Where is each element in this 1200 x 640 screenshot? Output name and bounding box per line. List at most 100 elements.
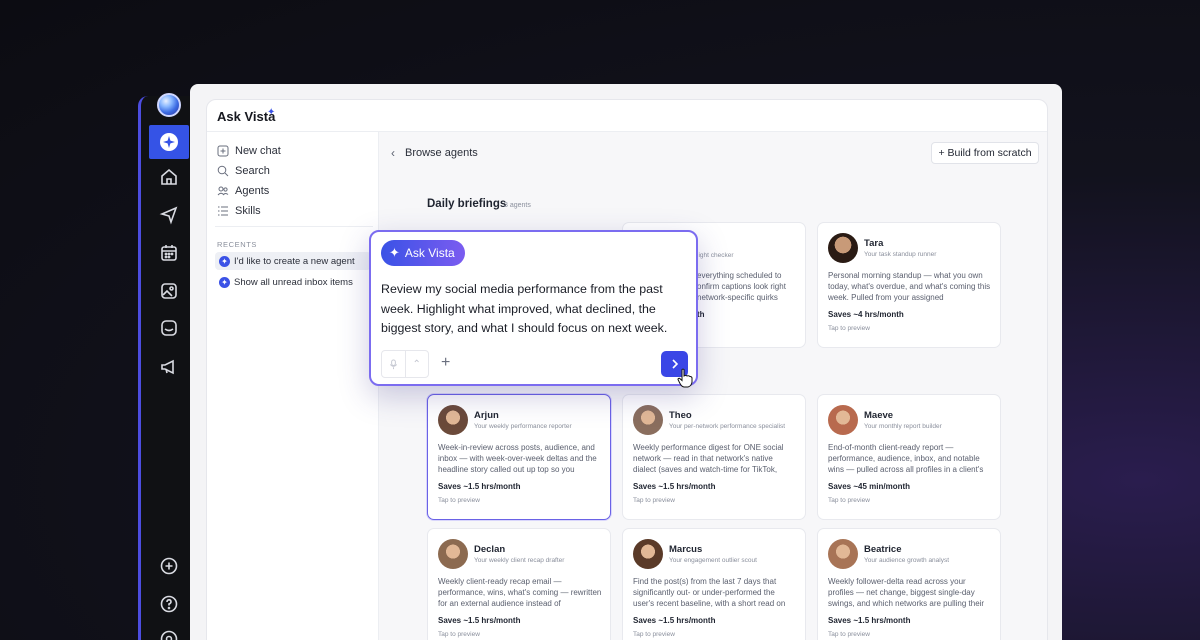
agent-role: Your weekly client recap drafter <box>474 557 565 564</box>
home-nav-button[interactable] <box>149 160 189 194</box>
avatar <box>828 405 858 435</box>
sidebar-divider <box>215 226 373 227</box>
agent-description: Weekly follower-delta read across your p… <box>828 577 985 608</box>
inbox-nav-button[interactable] <box>149 311 189 345</box>
agent-name: Marcus <box>669 544 703 555</box>
agent-name: Tara <box>864 238 884 249</box>
agent-role: Your task standup runner <box>864 251 937 258</box>
agent-name: Beatrice <box>864 544 902 555</box>
agent-description: Find the post(s) from the last 7 days th… <box>633 577 786 608</box>
agent-card-theo[interactable]: Theo Your per-network performance specia… <box>622 394 806 520</box>
settings-nav-button[interactable] <box>149 622 189 640</box>
agent-card-maeve[interactable]: Maeve Your monthly report builder End-of… <box>817 394 1001 520</box>
agent-description: Weekly client-ready recap email — perfor… <box>438 577 602 608</box>
recent-item[interactable]: ✦ I'd like to create a new agent <box>215 252 371 270</box>
recent-item-label: I'd like to create a new agent <box>234 255 355 267</box>
agent-saves: Saves ~4 hrs/month <box>828 310 904 319</box>
plus-circle-icon <box>160 557 178 575</box>
agent-role: Your monthly report builder <box>864 423 942 430</box>
tap-to-preview: Tap to preview <box>828 631 870 638</box>
agent-name: Theo <box>669 410 692 421</box>
agent-role: Your engagement outlier scout <box>669 557 757 564</box>
ask-vista-pill-label: Ask Vista <box>404 246 455 260</box>
back-label: Browse agents <box>405 147 478 159</box>
campaigns-nav-button[interactable] <box>149 350 189 384</box>
panel-header: Ask Vista ✦ <box>207 100 1047 132</box>
agent-saves: Saves ~1.5 hrs/month <box>438 616 521 625</box>
tap-to-preview: Tap to preview <box>438 631 480 638</box>
microphone-icon[interactable] <box>382 351 406 377</box>
avatar <box>828 233 858 263</box>
publish-nav-button[interactable] <box>149 198 189 232</box>
tap-to-preview: Tap to preview <box>828 325 870 332</box>
new-chat-icon <box>217 145 229 157</box>
sidebar-item-label: Search <box>235 165 270 177</box>
add-nav-button[interactable] <box>149 549 189 583</box>
home-icon <box>161 168 177 185</box>
chevron-up-icon[interactable]: ⌃ <box>406 351 429 377</box>
sidebar-item-search[interactable]: Search <box>217 162 270 180</box>
agent-role: light checker <box>697 252 734 259</box>
sparkle-icon: ✦ <box>219 255 230 267</box>
section-count: 3 agents <box>504 202 531 209</box>
agent-card-arjun[interactable]: Arjun Your weekly performance reporter W… <box>427 394 611 520</box>
agent-name: Maeve <box>864 410 894 421</box>
agent-description: everything scheduled to onfirm captions … <box>697 271 786 302</box>
voice-input-group[interactable]: ⌃ <box>381 350 429 378</box>
workspace-avatar[interactable] <box>157 93 181 117</box>
sidebar-item-new-chat[interactable]: New chat <box>217 142 281 160</box>
calendar-icon <box>161 245 177 261</box>
sidebar-item-skills[interactable]: Skills <box>217 202 261 220</box>
agents-icon <box>217 185 229 197</box>
agent-saves: Saves ~1.5 hrs/month <box>438 482 521 491</box>
prompt-input[interactable]: Review my social media performance from … <box>381 280 687 339</box>
sidebar-item-label: Agents <box>235 185 270 197</box>
agent-saves: Saves ~1.5 hrs/month <box>633 482 716 491</box>
agent-description: Weekly performance digest for ONE social… <box>633 443 784 474</box>
inbox-icon <box>161 320 177 336</box>
paper-plane-icon <box>159 206 178 225</box>
sparkle-icon: ✦ <box>267 107 276 118</box>
agent-card-declan[interactable]: Declan Your weekly client recap drafter … <box>427 528 611 640</box>
ask-vista-pill: ✦ Ask Vista <box>381 240 465 266</box>
skills-icon <box>217 205 229 217</box>
agent-saves: Saves ~1.5 hrs/month <box>828 616 911 625</box>
sidebar-item-agents[interactable]: Agents <box>217 182 269 200</box>
avatar <box>633 539 663 569</box>
recents-label: RECENTS <box>217 240 258 249</box>
sparkle-icon: ✦ <box>389 245 400 260</box>
agent-role: Your per-network performance specialist <box>669 423 786 430</box>
add-attachment-button[interactable]: + <box>441 354 450 372</box>
agent-role: Your audience growth analyst <box>864 557 950 564</box>
tap-to-preview: Tap to preview <box>828 497 870 504</box>
ask-vista-nav-button[interactable] <box>149 125 189 159</box>
agent-description: Week-in-review across posts, audience, a… <box>438 443 597 474</box>
calendar-nav-button[interactable] <box>149 236 189 270</box>
agent-saves: Saves ~1.5 hrs/month <box>633 616 716 625</box>
avatar <box>438 405 468 435</box>
agent-description: End-of-month client-ready report — perfo… <box>828 443 984 474</box>
tap-to-preview: Tap to preview <box>633 631 675 638</box>
image-icon <box>161 283 177 299</box>
build-from-scratch-button[interactable]: + Build from scratch <box>931 142 1039 164</box>
sparkle-icon: ✦ <box>219 276 230 288</box>
avatar <box>633 405 663 435</box>
agent-card-tara[interactable]: Tara Your task standup runner Personal m… <box>817 222 1001 348</box>
agent-card-marcus[interactable]: Marcus Your engagement outlier scout Fin… <box>622 528 806 640</box>
hand-pointer-icon <box>677 368 693 388</box>
agent-name: Arjun <box>474 410 499 421</box>
recent-item[interactable]: ✦ Show all unread inbox items <box>215 273 371 291</box>
back-to-browse-agents[interactable]: ‹ Browse agents <box>391 146 478 160</box>
help-nav-button[interactable] <box>149 587 189 621</box>
agent-description: Personal morning standup — what you own … <box>828 271 991 302</box>
tap-to-preview: Tap to preview <box>633 497 675 504</box>
megaphone-icon <box>161 359 174 375</box>
ask-vista-composer: ✦ Ask Vista Review my social media perfo… <box>369 230 698 386</box>
media-nav-button[interactable] <box>149 274 189 308</box>
section-title: Daily briefings <box>427 198 507 210</box>
chevron-left-icon: ‹ <box>391 146 395 160</box>
sidebar-item-label: New chat <box>235 145 281 157</box>
sparkle-icon <box>160 133 178 151</box>
agent-saves: th <box>697 310 705 319</box>
agent-card-beatrice[interactable]: Beatrice Your audience growth analyst We… <box>817 528 1001 640</box>
